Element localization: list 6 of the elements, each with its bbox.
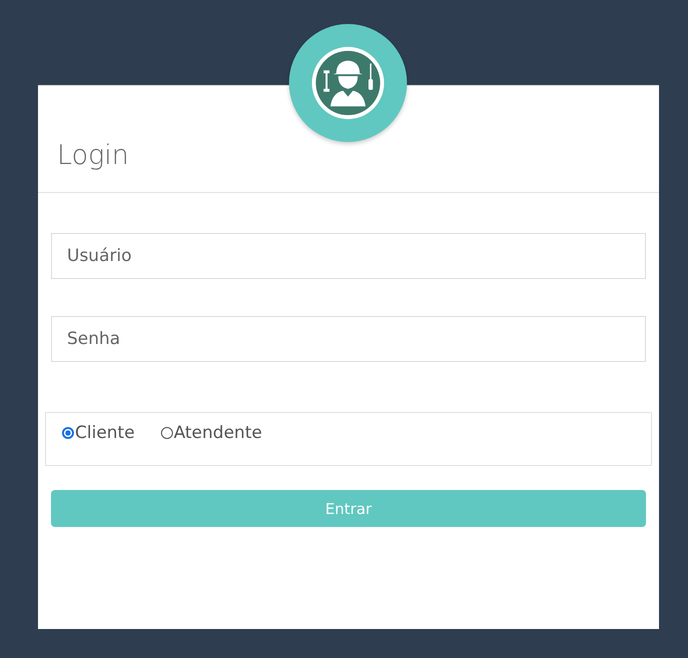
input-field[interactable]: Usuário bbox=[51, 233, 646, 279]
radio-option[interactable]: Atendente bbox=[160, 423, 262, 443]
radio-option[interactable]: Cliente bbox=[62, 423, 135, 443]
login-title: Login bbox=[57, 140, 129, 170]
worker-tools-icon bbox=[309, 44, 387, 122]
input-field[interactable]: Senha bbox=[51, 316, 646, 362]
